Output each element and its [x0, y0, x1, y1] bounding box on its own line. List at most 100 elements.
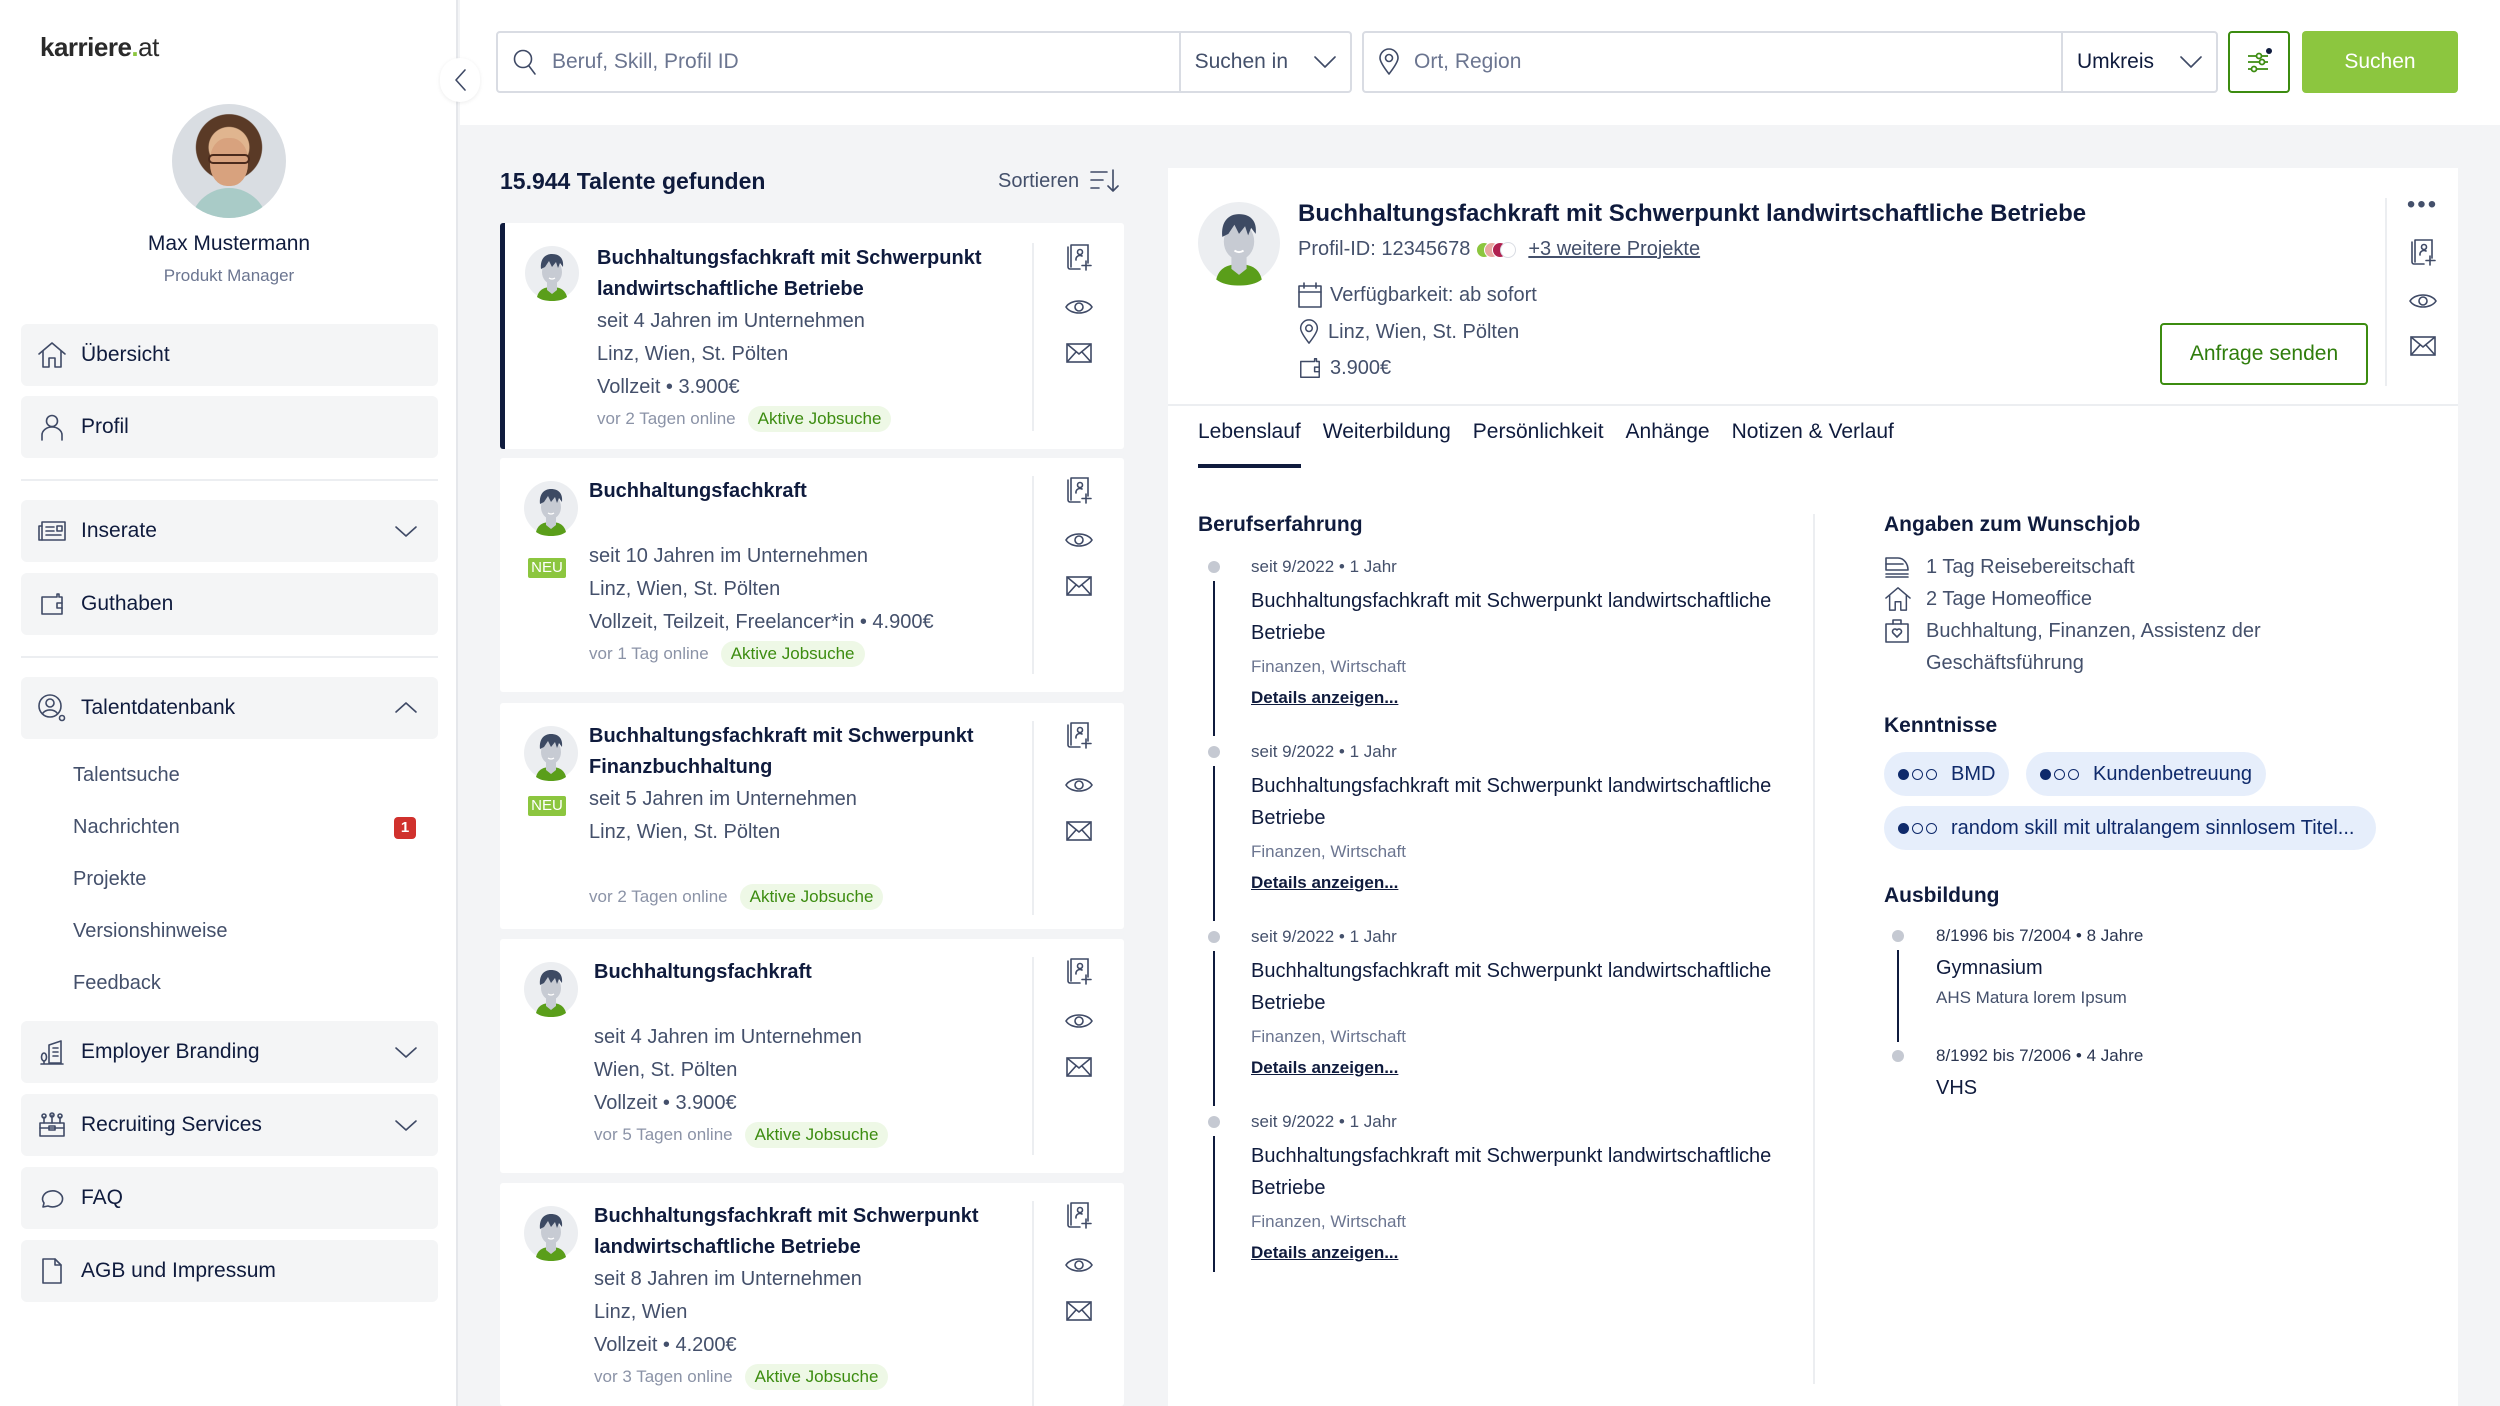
sidebar-item-guthaben[interactable]: Guthaben	[21, 573, 438, 635]
radius-dropdown[interactable]: Umkreis	[2061, 33, 2216, 91]
user-avatar[interactable]	[172, 104, 286, 218]
eye-icon[interactable]	[1065, 1256, 1093, 1274]
tab-weiterbildung[interactable]: Weiterbildung	[1323, 420, 1451, 468]
job-search-status-badge: Aktive Jobsuche	[744, 1364, 889, 1390]
add-to-project-icon[interactable]	[2410, 238, 2436, 266]
radius-label: Umkreis	[2077, 50, 2154, 73]
sort-button[interactable]: Sortieren	[998, 168, 1119, 194]
talent-card[interactable]: Buchhaltungsfachkraft seit 4 Jahren im U…	[500, 939, 1124, 1173]
talent-card-body: Buchhaltungsfachkraft seit 4 Jahren im U…	[594, 957, 1014, 1148]
talent-card[interactable]: Buchhaltungsfachkraft mit Schwerpunkt la…	[500, 223, 1124, 449]
eye-icon[interactable]	[1065, 531, 1093, 549]
skill-chip[interactable]: BMD	[1884, 752, 2010, 796]
sidebar-subitem-talentsuche[interactable]: Talentsuche	[73, 764, 180, 787]
talent-card-body: Buchhaltungsfachkraft seit 10 Jahren im …	[589, 476, 1014, 667]
skill-chip[interactable]: Kundenbetreuung	[2026, 752, 2267, 796]
details-link[interactable]: Details anzeigen...	[1251, 1058, 1398, 1078]
sidebar-item-inserate[interactable]: Inserate	[21, 500, 438, 562]
project-color-dots	[1476, 241, 1517, 258]
tab-persoenlichkeit[interactable]: Persönlichkeit	[1473, 420, 1604, 468]
sidebar-subitem-projekte[interactable]: Projekte	[73, 868, 146, 891]
skill-level-indicator	[1898, 768, 1937, 780]
location-pin-icon	[1378, 48, 1400, 76]
nav-divider	[21, 656, 438, 658]
talent-card[interactable]: NEU Buchhaltungsfachkraft seit 10 Jahren…	[500, 458, 1124, 692]
experience-date: seit 9/2022 • 1 Jahr	[1251, 557, 1397, 576]
tab-notizen-verlauf[interactable]: Notizen & Verlauf	[1732, 420, 1894, 468]
collapse-sidebar-button[interactable]	[440, 58, 480, 102]
filter-button[interactable]	[2228, 31, 2290, 93]
level-dot	[1926, 822, 1937, 834]
user-icon	[37, 412, 67, 442]
sidebar-item-label: Profil	[81, 415, 129, 438]
add-to-project-icon[interactable]	[1066, 476, 1092, 504]
sidebar-item-employer-branding[interactable]: Employer Branding	[21, 1021, 438, 1083]
more-projects-link[interactable]: +3 weitere Projekte	[1528, 238, 1700, 261]
timeline-line	[1213, 766, 1215, 921]
mail-icon[interactable]	[1066, 343, 1092, 363]
sliders-icon	[2244, 47, 2274, 77]
talent-card-body: Buchhaltungsfachkraft mit Schwerpunkt la…	[594, 1201, 1014, 1390]
newspaper-icon	[37, 516, 67, 546]
send-request-button[interactable]: Anfrage senden	[2160, 323, 2368, 385]
timeline-dot	[1208, 931, 1220, 943]
mail-icon[interactable]	[2410, 336, 2436, 356]
education-item: 8/1996 bis 7/2004 • 8 Jahre Gymnasium AH…	[1884, 924, 2384, 1042]
sidebar-item-uebersicht[interactable]: Übersicht	[21, 324, 438, 386]
add-to-project-icon[interactable]	[1066, 243, 1092, 271]
education-sub: AHS Matura lorem Ipsum	[1936, 988, 2127, 1007]
add-to-project-icon[interactable]	[1066, 721, 1092, 749]
location-input[interactable]	[1414, 50, 2061, 74]
sidebar-item-profil[interactable]: Profil	[21, 396, 438, 458]
chevron-left-icon	[453, 68, 467, 92]
tab-lebenslauf[interactable]: Lebenslauf	[1198, 420, 1301, 468]
brand-logo[interactable]: karriere.at	[40, 32, 159, 63]
eye-icon[interactable]	[1065, 298, 1093, 316]
sidebar-item-faq[interactable]: FAQ	[21, 1167, 438, 1229]
experience-item: seit 9/2022 • 1 Jahr Buchhaltungsfachkra…	[1198, 555, 1778, 736]
logo-tld: at	[138, 32, 159, 62]
add-to-project-icon[interactable]	[1066, 1201, 1092, 1229]
sidebar-subitem-versionshinweise[interactable]: Versionshinweise	[73, 920, 228, 943]
talent-card[interactable]: Buchhaltungsfachkraft mit Schwerpunkt la…	[500, 1183, 1124, 1406]
wallet-icon	[37, 589, 67, 619]
more-options-icon[interactable]: •••	[2407, 193, 2438, 217]
sidebar-item-recruiting-services[interactable]: Recruiting Services	[21, 1094, 438, 1156]
search-submit-button[interactable]: Suchen	[2302, 31, 2458, 93]
mail-icon[interactable]	[1066, 1301, 1092, 1321]
sidebar-subitem-nachrichten[interactable]: Nachrichten	[73, 816, 180, 839]
mail-icon[interactable]	[1066, 1057, 1092, 1077]
education-date: 8/1992 bis 7/2006 • 4 Jahre	[1936, 1046, 2144, 1065]
detail-tabs: Lebenslauf Weiterbildung Persönlichkeit …	[1198, 420, 1894, 468]
talent-card[interactable]: NEU Buchhaltungsfachkraft mit Schwerpunk…	[500, 703, 1124, 929]
search-scope-dropdown[interactable]: Suchen in	[1178, 33, 1350, 91]
details-link[interactable]: Details anzeigen...	[1251, 1243, 1398, 1263]
detail-title: Buchhaltungsfachkraft mit Schwerpunkt la…	[1298, 200, 2087, 227]
experience-date: seit 9/2022 • 1 Jahr	[1251, 742, 1397, 761]
eye-icon[interactable]	[1065, 1012, 1093, 1030]
eye-icon[interactable]	[1065, 776, 1093, 794]
timeline-dot	[1208, 746, 1220, 758]
sidebar-item-label: Inserate	[81, 519, 157, 542]
talent-terms: Vollzeit • 3.900€	[594, 1092, 737, 1114]
details-link[interactable]: Details anzeigen...	[1251, 873, 1398, 893]
sidebar-item-agb[interactable]: AGB und Impressum	[21, 1240, 438, 1302]
talent-online-status: vor 2 Tagen online	[589, 887, 728, 906]
tab-anhaenge[interactable]: Anhänge	[1626, 420, 1710, 468]
talent-avatar	[525, 245, 579, 301]
eye-icon[interactable]	[2409, 292, 2437, 310]
add-to-project-icon[interactable]	[1066, 957, 1092, 985]
detail-salary: 3.900€	[1298, 356, 1391, 380]
level-dot	[1912, 822, 1923, 834]
mail-icon[interactable]	[1066, 821, 1092, 841]
skill-chip[interactable]: random skill mit ultralangem sinnlosem T…	[1884, 806, 2376, 850]
sidebar-item-talentdatenbank[interactable]: Talentdatenbank	[21, 677, 438, 739]
skill-label: Kundenbetreuung	[2093, 762, 2253, 785]
detail-avatar	[1198, 200, 1280, 286]
mail-icon[interactable]	[1066, 576, 1092, 596]
talent-terms: Vollzeit • 3.900€	[597, 376, 740, 398]
search-input[interactable]	[552, 50, 1179, 74]
sidebar-subitem-feedback[interactable]: Feedback	[73, 972, 161, 995]
education-title: Gymnasium	[1936, 957, 2043, 979]
details-link[interactable]: Details anzeigen...	[1251, 688, 1398, 708]
